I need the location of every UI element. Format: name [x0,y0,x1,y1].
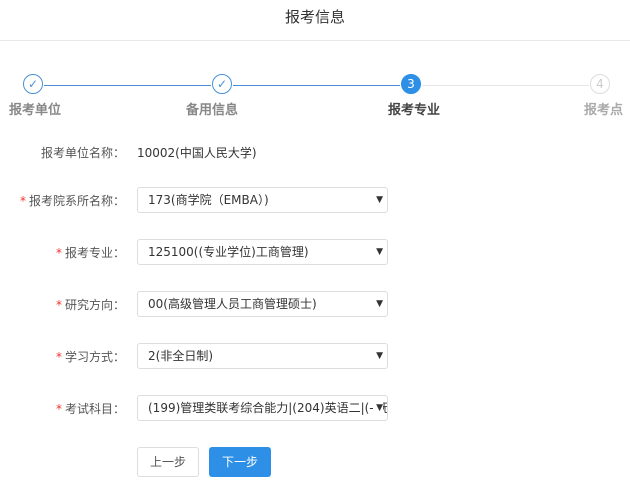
exam-subjects-row: *考试科目： (199)管理类联考综合能力|(204)英语二|(-)无|(-)无… [0,395,630,421]
step-connector [44,85,211,86]
chevron-down-icon: ▼ [374,396,383,420]
major-label: 报考专业： [64,246,125,260]
page-title: 报考信息 [284,8,345,26]
exam-subjects-select[interactable]: (199)管理类联考综合能力|(204)英语二|(-)无|(-)无▼ [137,395,388,421]
major-select[interactable]: 125100((专业学位)工商管理) ▼ [137,239,388,265]
step-label-unit: 报考单位 [9,103,62,118]
step-label-site: 报考点 [584,103,624,118]
check-icon: ✓ [23,74,43,94]
exam-subjects-label: 考试科目： [64,402,125,416]
department-row: * 报考院系所名称： 173(商学院（EMBA）) ▼ [0,187,630,213]
chevron-down-icon: ▼ [374,188,383,212]
divider [0,40,630,41]
step-number-3: 3 [401,74,421,94]
required-mark: * [55,246,62,260]
step-label-backup: 备用信息 [186,103,239,118]
department-label: 报考院系所名称： [28,194,125,208]
chevron-down-icon: ▼ [374,240,383,264]
unit-row: 报考单位名称： 10002(中国人民大学) [0,139,630,165]
required-mark: * [19,194,26,208]
study-mode-row: * 学习方式： 2(非全日制) ▼ [0,343,630,369]
prev-step-button[interactable]: 上一步 [137,447,199,477]
step-number-4: 4 [590,74,610,94]
required-mark: * [55,402,62,416]
step-label-major: 报考专业 [388,103,441,118]
next-step-button[interactable]: 下一步 [209,447,271,477]
study-mode-select[interactable]: 2(非全日制) ▼ [137,343,388,369]
step-connector [422,85,589,86]
step-connector [233,85,400,86]
required-mark: * [55,298,62,312]
department-select[interactable]: 173(商学院（EMBA）) ▼ [137,187,388,213]
required-mark: * [55,350,62,364]
study-mode-label: 学习方式： [64,350,125,364]
chevron-down-icon: ▼ [374,344,383,368]
direction-label: 研究方向： [64,298,125,312]
unit-label: 报考单位名称： [40,146,125,160]
chevron-down-icon: ▼ [374,292,383,316]
check-icon: ✓ [212,74,232,94]
direction-row: * 研究方向： 00(高级管理人员工商管理硕士) ▼ [0,291,630,317]
unit-value: 10002(中国人民大学) [137,146,257,160]
direction-select[interactable]: 00(高级管理人员工商管理硕士) ▼ [137,291,388,317]
major-row: * 报考专业： 125100((专业学位)工商管理) ▼ [0,239,630,265]
